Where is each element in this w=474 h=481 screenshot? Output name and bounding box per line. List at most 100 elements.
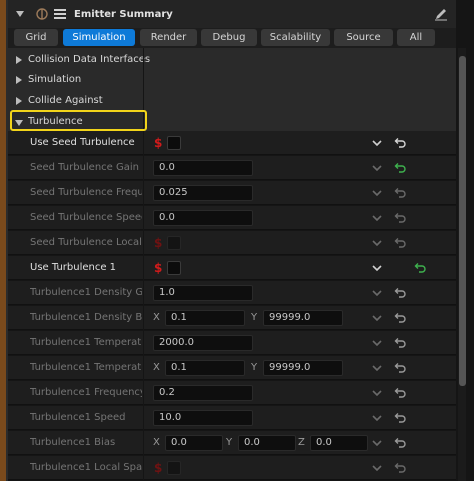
chevron-down-icon[interactable] — [372, 338, 382, 348]
reset-arrow-icon[interactable] — [394, 437, 406, 449]
chevron-down-icon[interactable] — [372, 263, 382, 273]
chevron-down-icon[interactable] — [372, 388, 382, 398]
property-use-seed-turbulence: Use Seed Turbulence $ — [8, 131, 456, 155]
seed-turbulence-speed-input[interactable]: 0.0 — [153, 210, 253, 226]
dynamic-input-icon[interactable]: $ — [154, 136, 166, 150]
panel-title: Emitter Summary — [74, 8, 173, 20]
dynamic-input-icon[interactable]: $ — [154, 461, 166, 475]
chevron-down-icon[interactable] — [372, 463, 382, 473]
chevron-down-icon[interactable] — [372, 363, 382, 373]
reset-arrow-icon[interactable] — [394, 187, 406, 199]
reset-arrow-icon[interactable] — [394, 387, 406, 399]
chevron-down-icon[interactable] — [372, 188, 382, 198]
property-turbulence1-density-gain: Turbulence1 Density Gain 1.0 — [8, 281, 456, 305]
chevron-down-icon[interactable] — [372, 313, 382, 323]
tab-simulation[interactable]: Simulation — [63, 29, 135, 46]
property-label: Turbulence1 Local Space — [30, 462, 142, 473]
tab-source[interactable]: Source — [334, 29, 393, 46]
tab-debug[interactable]: Debug — [201, 29, 257, 46]
list-icon — [54, 9, 66, 19]
tab-grid[interactable]: Grid — [14, 29, 58, 46]
column-divider[interactable] — [143, 231, 144, 255]
turbulence1-temperature-input[interactable]: 2000.0 — [153, 335, 253, 351]
seed-turbulence-gain-input[interactable]: 0.0 — [153, 160, 253, 176]
reset-arrow-icon[interactable] — [394, 237, 406, 249]
chevron-down-icon[interactable] — [372, 163, 382, 173]
property-label: Turbulence1 Frequency — [30, 387, 142, 398]
pencil-icon[interactable] — [434, 7, 448, 21]
dynamic-input-icon[interactable]: $ — [154, 261, 166, 275]
bias-y-input[interactable]: 0.0 — [238, 435, 296, 451]
property-label: Turbulence1 Temperature — [30, 337, 142, 348]
column-divider[interactable] — [143, 456, 144, 480]
tab-render[interactable]: Render — [140, 29, 197, 46]
property-seed-turbulence-gain: Seed Turbulence Gain 0.0 — [8, 156, 456, 180]
turbulence1-density-gain-input[interactable]: 1.0 — [153, 285, 253, 301]
y-axis-label: Y — [226, 437, 233, 448]
column-divider[interactable] — [143, 131, 144, 155]
property-turbulence1-local-space: Turbulence1 Local Space $ — [8, 456, 456, 480]
column-divider[interactable] — [143, 306, 144, 330]
column-divider[interactable] — [143, 206, 144, 230]
chevron-down-icon[interactable] — [372, 138, 382, 148]
column-divider[interactable] — [143, 331, 144, 355]
reset-arrow-icon[interactable] — [394, 412, 406, 424]
column-divider[interactable] — [143, 431, 144, 455]
expand-triangle-icon[interactable] — [16, 56, 22, 64]
reset-arrow-icon[interactable] — [394, 137, 406, 149]
column-divider[interactable] — [143, 281, 144, 305]
reset-arrow-icon[interactable] — [394, 212, 406, 224]
scrollbar-thumb[interactable] — [459, 56, 466, 386]
y-axis-label: Y — [251, 312, 258, 323]
property-use-turbulence-1: Use Turbulence 1 $ — [8, 256, 456, 280]
reset-arrow-icon[interactable] — [394, 312, 406, 324]
tab-scalability[interactable]: Scalability — [261, 29, 330, 46]
column-divider[interactable] — [143, 381, 144, 405]
density-band-y-input[interactable]: 99999.0 — [263, 310, 343, 326]
x-axis-label: X — [153, 362, 160, 373]
reset-arrow-icon[interactable] — [394, 362, 406, 374]
column-divider[interactable] — [143, 356, 144, 380]
reset-arrow-icon[interactable] — [414, 262, 426, 274]
temperature-range-x-input[interactable]: 0.1 — [165, 360, 245, 376]
column-divider[interactable] — [143, 156, 144, 180]
seed-turbulence-local-space-checkbox[interactable] — [167, 236, 181, 250]
property-seed-turbulence-speed: Seed Turbulence Speed 0.0 — [8, 206, 456, 230]
dynamic-input-icon[interactable]: $ — [154, 236, 166, 250]
density-band-x-input[interactable]: 0.1 — [165, 310, 245, 326]
reset-arrow-icon[interactable] — [394, 462, 406, 474]
property-label: Turbulence1 Bias — [30, 437, 116, 448]
reset-arrow-icon[interactable] — [394, 287, 406, 299]
collapse-triangle-icon[interactable] — [16, 11, 24, 17]
property-seed-turbulence-frequency: Seed Turbulence Frequency 0.025 — [8, 181, 456, 205]
bias-x-input[interactable]: 0.0 — [165, 435, 223, 451]
chevron-down-icon[interactable] — [372, 438, 382, 448]
property-turbulence1-bias: Turbulence1 Bias X 0.0 Y 0.0 Z 0.0 — [8, 431, 456, 455]
emitter-icon — [36, 8, 48, 20]
tab-all[interactable]: All — [397, 29, 435, 46]
expand-triangle-icon[interactable] — [16, 76, 22, 84]
use-seed-turbulence-checkbox[interactable] — [167, 136, 181, 150]
temperature-range-y-input[interactable]: 99999.0 — [263, 360, 343, 376]
property-label: Seed Turbulence Gain — [30, 162, 139, 173]
chevron-down-icon[interactable] — [372, 238, 382, 248]
property-turbulence1-speed: Turbulence1 Speed 10.0 — [8, 406, 456, 430]
property-label: Turbulence1 Density Band — [30, 312, 142, 323]
column-divider[interactable] — [143, 406, 144, 430]
turbulence1-local-space-checkbox[interactable] — [167, 461, 181, 475]
expand-triangle-icon[interactable] — [16, 97, 22, 105]
column-divider[interactable] — [143, 181, 144, 205]
chevron-down-icon[interactable] — [372, 213, 382, 223]
seed-turbulence-frequency-input[interactable]: 0.025 — [153, 185, 253, 201]
bias-z-input[interactable]: 0.0 — [310, 435, 368, 451]
turbulence1-frequency-input[interactable]: 0.2 — [153, 385, 253, 401]
chevron-down-icon[interactable] — [372, 413, 382, 423]
turbulence1-speed-input[interactable]: 10.0 — [153, 410, 253, 426]
reset-arrow-icon[interactable] — [394, 337, 406, 349]
use-turbulence-1-checkbox[interactable] — [167, 261, 181, 275]
emitter-summary-header[interactable]: Emitter Summary — [8, 0, 456, 28]
chevron-down-icon[interactable] — [372, 288, 382, 298]
reset-arrow-icon[interactable] — [394, 162, 406, 174]
property-label: Use Seed Turbulence — [30, 137, 135, 148]
column-divider[interactable] — [143, 256, 144, 280]
